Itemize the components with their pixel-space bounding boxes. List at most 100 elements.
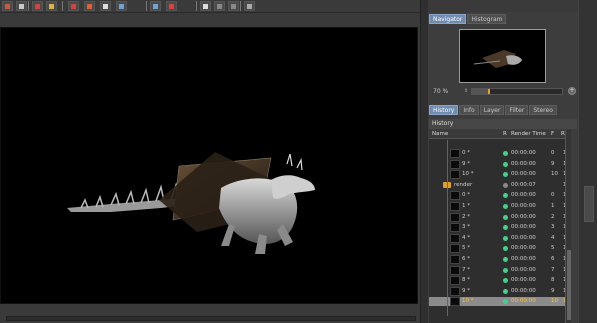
row-render-time: 00:00:00 (511, 150, 536, 156)
render-window-button[interactable] (2, 1, 13, 11)
history-row[interactable]: 0 *00:00:0001 (429, 149, 569, 158)
history-row[interactable]: 8 *00:00:0081 (429, 276, 569, 286)
frame-thumbnail (450, 202, 460, 211)
film-button[interactable] (32, 1, 43, 11)
row-render-time: 00:00:00 (511, 298, 536, 305)
history-row[interactable]: 4 *00:00:0041 (429, 233, 569, 243)
zoom-slider-handle[interactable] (488, 89, 491, 94)
frame-thumbnail (450, 149, 460, 158)
panel-splitter[interactable] (420, 0, 428, 323)
paste-button[interactable] (228, 1, 239, 11)
history-table: NameRRender TimeFR 0 *00:00:00019 *00:00… (429, 130, 569, 323)
copy-button[interactable] (214, 1, 225, 11)
info-icon (247, 4, 252, 9)
frame-thumbnail (450, 233, 460, 243)
row-frame: 10 (551, 298, 558, 305)
row-name: 8 * (462, 277, 470, 284)
row-name: 3 * (462, 224, 470, 231)
history-row[interactable]: 10 *00:00:00101 (429, 297, 569, 307)
history-tab-stereo[interactable]: Stereo (529, 105, 557, 115)
history-column-0[interactable]: Name (432, 130, 448, 139)
history-row[interactable]: 10 *00:00:00101 (429, 170, 569, 180)
history-row[interactable]: 0 *00:00:0001 (429, 191, 569, 201)
row-render-time: 00:00:00 (511, 234, 536, 241)
outer-scrollbar[interactable] (578, 0, 597, 323)
zoom-dropdown-icon[interactable]: ⇕ (464, 88, 468, 94)
row-frame: 7 (551, 266, 555, 273)
history-scrollbar-thumb[interactable] (567, 250, 571, 320)
history-row[interactable]: 2 *00:00:0021 (429, 212, 569, 222)
channels-icon (203, 4, 208, 9)
history-scrollbar[interactable] (565, 130, 571, 323)
channels-button[interactable] (200, 1, 211, 11)
navigator-preview[interactable] (459, 29, 546, 83)
row-frame: 0 (551, 150, 555, 156)
outer-scrollbar-thumb[interactable] (584, 186, 594, 222)
status-dot-icon (503, 267, 508, 273)
row-frame: 2 (551, 213, 555, 220)
row-name: render (454, 181, 473, 188)
history-column-1[interactable]: R (503, 130, 507, 139)
toolbar-separator (62, 1, 63, 11)
info-button[interactable] (244, 1, 255, 11)
frame-thumbnail (450, 212, 460, 222)
history-row[interactable]: 5 *00:00:0051 (429, 244, 569, 254)
navigator-tabs: Navigator Histogram (429, 14, 507, 24)
row-frame: 8 (551, 277, 555, 284)
grid-button[interactable] (16, 1, 27, 11)
frame-thumbnail (450, 170, 460, 180)
toolbar-separator (28, 1, 29, 11)
history-tab-layer[interactable]: Layer (479, 105, 505, 115)
row-name: 9 * (462, 160, 470, 167)
history-column-3[interactable]: F (551, 130, 554, 139)
status-dot-icon (503, 161, 508, 167)
history-tab-history[interactable]: History (429, 105, 459, 115)
tree-connector-line (447, 140, 448, 316)
history-row[interactable]: 7 *00:00:0071 (429, 265, 569, 275)
status-dot-icon (503, 235, 508, 241)
frame-thumbnail (450, 191, 460, 201)
row-render-time: 00:00:00 (511, 171, 536, 178)
layer-button[interactable] (46, 1, 57, 11)
row-name: 5 * (462, 245, 470, 252)
render-viewport[interactable] (0, 27, 418, 304)
camera-button[interactable] (100, 1, 111, 11)
history-row[interactable]: 3 *00:00:0031 (429, 223, 569, 233)
row-frame: 1 (551, 203, 555, 209)
ab-icon (169, 4, 174, 9)
history-row[interactable]: 1 *00:00:0011 (429, 202, 569, 211)
row-frame: 10 (551, 171, 558, 178)
status-dot-icon (503, 299, 508, 305)
history-column-header: Name R Render Time F R (429, 130, 569, 139)
save-as-button[interactable] (84, 1, 95, 11)
history-row[interactable]: 9 *00:00:0091 (429, 286, 569, 296)
history-column-2[interactable]: Render Time (511, 130, 546, 139)
navigator-tab-navigator[interactable]: Navigator (429, 14, 467, 24)
history-tab-info[interactable]: Info (459, 105, 479, 115)
status-dot-icon (503, 193, 508, 199)
zoom-slider[interactable] (471, 88, 563, 95)
horizontal-scrollbar[interactable] (6, 316, 416, 321)
row-frame: 9 (551, 160, 555, 167)
zoom-in-icon[interactable]: + (568, 87, 576, 95)
row-name: 0 * (462, 192, 470, 199)
navigator-tab-histogram[interactable]: Histogram (467, 14, 507, 24)
picture-icon (119, 4, 124, 9)
history-group-row[interactable]: render00:00:071 (429, 181, 569, 190)
paste-icon (231, 4, 236, 9)
history-row[interactable]: 6 *00:00:0061 (429, 255, 569, 264)
row-frame: 3 (551, 224, 555, 231)
picture-button[interactable] (116, 1, 127, 11)
row-frame: 9 (551, 287, 555, 294)
row-frame: 4 (551, 234, 555, 241)
rendered-dragon-image (67, 152, 315, 254)
frame-thumbnail (450, 255, 460, 264)
ab-button[interactable] (166, 1, 177, 11)
save-button[interactable] (68, 1, 79, 11)
history-row[interactable]: 9 *00:00:0091 (429, 159, 569, 169)
history-tab-filter[interactable]: Filter (505, 105, 529, 115)
row-frame: 0 (551, 192, 555, 199)
status-dot-icon (503, 288, 508, 294)
compare-button[interactable] (150, 1, 161, 11)
status-dot-icon (503, 257, 508, 262)
